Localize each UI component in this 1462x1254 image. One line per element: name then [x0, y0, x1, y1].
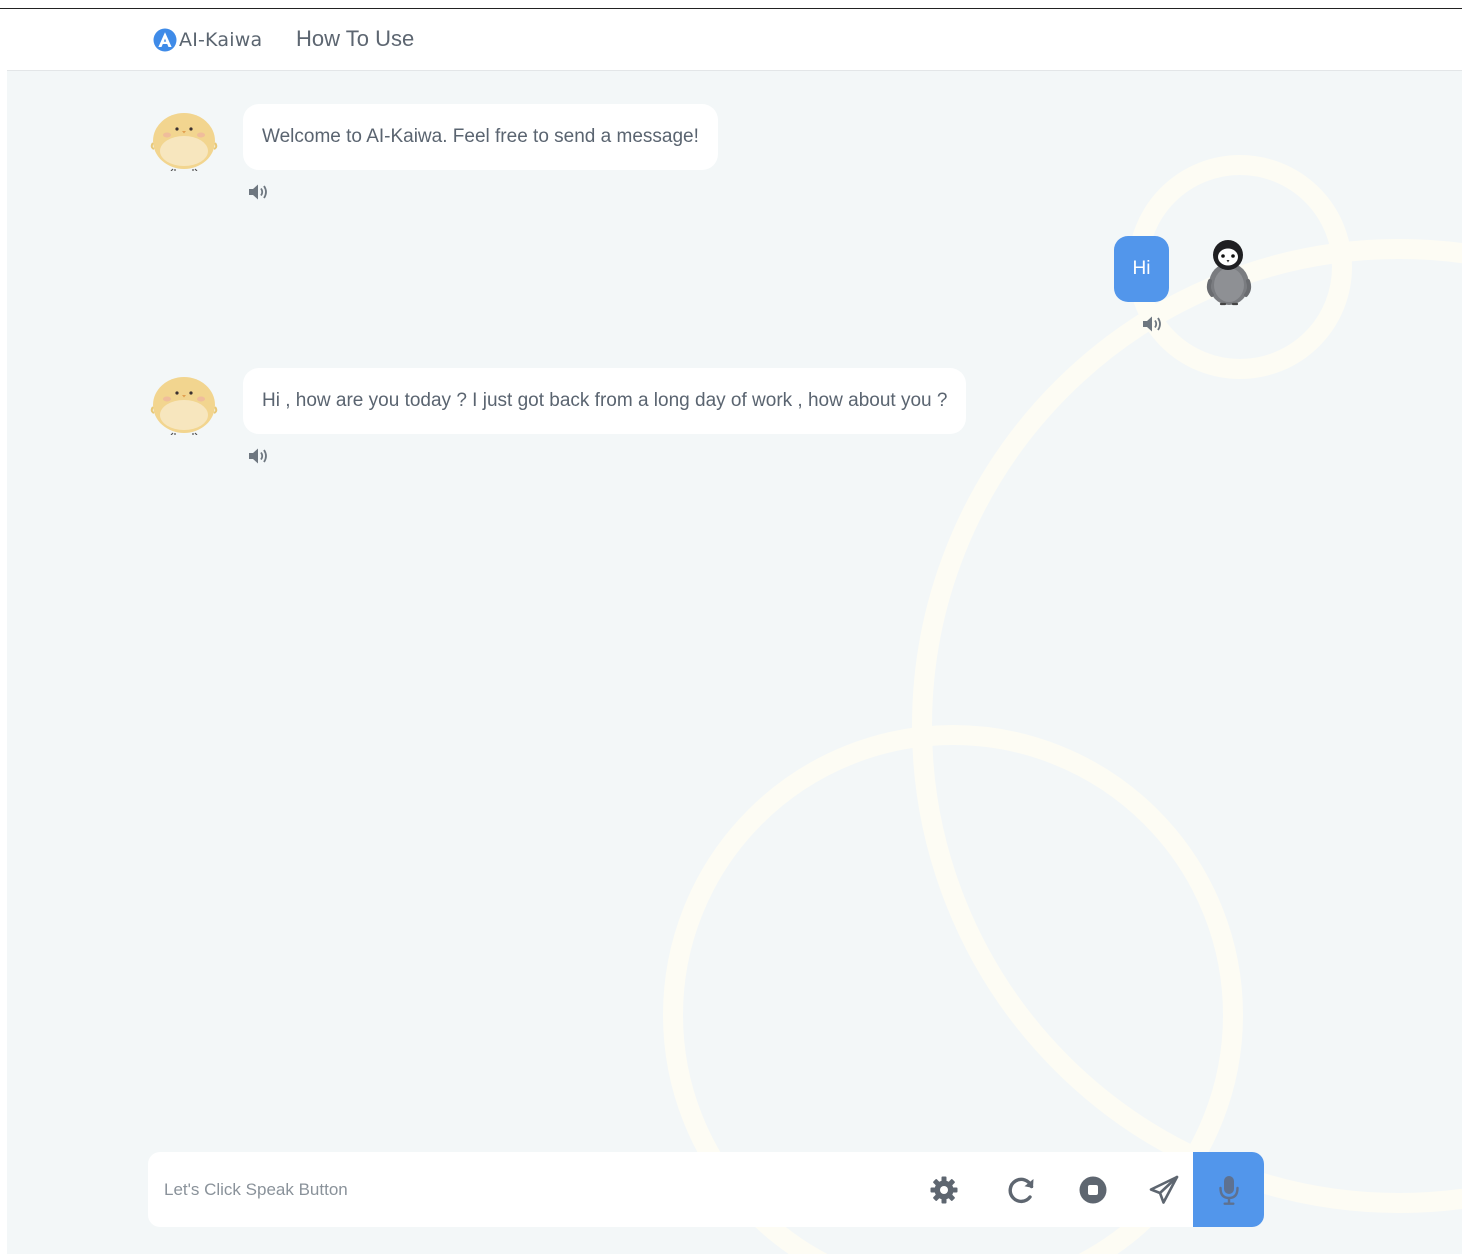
- send-button[interactable]: [1144, 1170, 1184, 1210]
- send-icon: [1149, 1175, 1179, 1204]
- gear-icon: [930, 1176, 958, 1204]
- stop-icon: [1079, 1176, 1107, 1204]
- speak-button[interactable]: [1193, 1152, 1264, 1227]
- user-message-bubble: Hi: [1114, 236, 1169, 302]
- reset-button[interactable]: [1002, 1170, 1042, 1210]
- app-container: AI-Kaiwa How To Use Welcome to AI-Kaiwa.…: [7, 9, 1462, 1254]
- brand-logo-link[interactable]: AI-Kaiwa: [153, 26, 262, 54]
- background-rings: [663, 155, 1462, 1254]
- speaker-icon[interactable]: [248, 183, 270, 201]
- message-composer: [148, 1152, 1264, 1227]
- speaker-icon[interactable]: [248, 447, 270, 465]
- message-input[interactable]: [160, 1152, 910, 1227]
- chick-avatar: [150, 377, 218, 435]
- nav-how-to-use[interactable]: How To Use: [296, 26, 414, 52]
- assistant-message-bubble: Welcome to AI-Kaiwa. Feel free to send a…: [243, 104, 718, 170]
- stop-button[interactable]: [1073, 1170, 1113, 1210]
- top-nav: AI-Kaiwa How To Use: [7, 9, 1462, 71]
- redo-icon: [1008, 1177, 1034, 1204]
- settings-button[interactable]: [924, 1170, 964, 1210]
- logo-icon: [153, 28, 177, 52]
- brand-name: AI-Kaiwa: [179, 29, 263, 51]
- assistant-message-bubble: Hi , how are you today ? I just got back…: [243, 368, 967, 434]
- penguin-avatar: [1206, 240, 1252, 306]
- chick-avatar: [150, 113, 218, 171]
- microphone-icon: [1218, 1175, 1239, 1205]
- speaker-icon[interactable]: [1142, 315, 1164, 333]
